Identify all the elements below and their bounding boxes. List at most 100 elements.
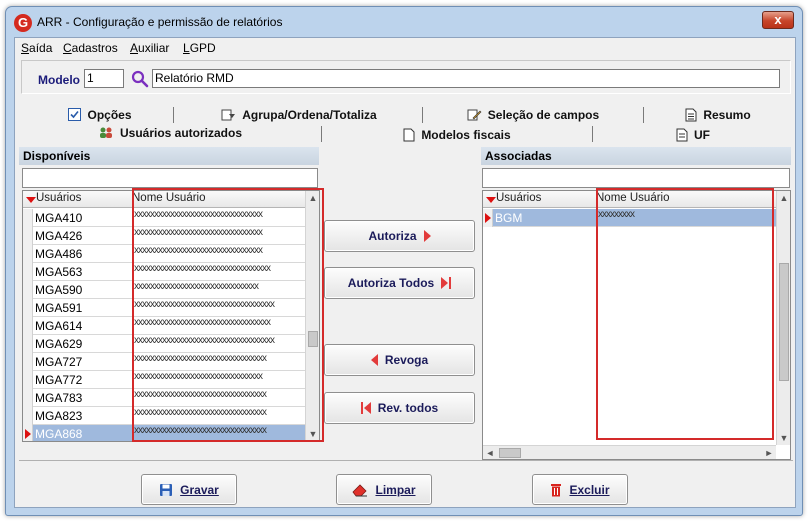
row-indicator [483,209,493,227]
page-icon [403,128,415,141]
available-vertical-scrollbar[interactable]: ▲ ▼ [305,191,319,441]
table-row[interactable]: MGA772 xxxxxxxxxxxxxxxxxxxxxxxxxxxxxxxx [23,371,307,389]
table-row[interactable]: MGA563 xxxxxxxxxxxxxxxxxxxxxxxxxxxxxxxxxx [23,263,307,281]
column-header-users[interactable]: Usuários [36,192,81,204]
document-icon [676,128,688,141]
scroll-thumb[interactable] [779,263,789,381]
table-row[interactable]: MGA591 xxxxxxxxxxxxxxxxxxxxxxxxxxxxxxxxxx… [23,299,307,317]
row-indicator [23,371,33,389]
row-indicator [23,263,33,281]
group-icon [221,109,236,120]
tab-divider [643,107,644,123]
row-indicator [23,245,33,263]
cell-user: MGA410 [35,211,83,225]
available-filter-input[interactable] [22,168,318,188]
tab-opcoes[interactable]: Opções [25,105,175,124]
available-users-grid[interactable]: Usuários Nome Usuário MGA410 xxxxxxxxxxxx… [22,190,320,442]
tab-selecao-campos[interactable]: Seleção de campos [423,105,643,124]
client-area: Saída Cadastros Auxiliar LGPD Modelo 1 R… [14,37,796,508]
cell-user: BGM [495,211,523,225]
scroll-right-icon[interactable]: ► [762,446,776,459]
scroll-left-icon[interactable]: ◄ [483,446,497,459]
tab-uf[interactable]: UF [595,125,791,144]
revoke-button[interactable]: Revoga [324,344,475,376]
scroll-up-icon[interactable]: ▲ [777,191,790,205]
cell-name: xxxxxxxxxxxxxxxxxxxxxxxxxxxxxxxxxx [134,317,271,328]
associated-filter-input[interactable] [482,168,790,188]
eraser-icon [352,483,368,496]
column-header-name[interactable]: Nome Usuário [132,192,206,204]
tab-agrupa[interactable]: Agrupa/Ordena/Totaliza [175,105,423,124]
associated-header: Associadas [481,147,791,165]
tab-modelos-fiscais[interactable]: Modelos fiscais [323,125,591,144]
table-row[interactable]: MGA486 xxxxxxxxxxxxxxxxxxxxxxxxxxxxxxxx [23,245,307,263]
menu-cadastros[interactable]: Cadastros [63,41,118,55]
table-row[interactable]: BGM xxxxxxxxx [483,209,778,227]
table-row[interactable]: MGA727 xxxxxxxxxxxxxxxxxxxxxxxxxxxxxxxxx [23,353,307,371]
scroll-thumb[interactable] [499,448,521,458]
title-bar: G ARR - Configuração e permissão de rela… [6,7,802,37]
tab-usuarios-autorizados[interactable]: Usuários autorizados [19,123,321,142]
cell-user: MGA563 [35,265,83,279]
tab-divider [321,126,322,142]
menu-saida[interactable]: Saída [21,41,52,55]
cell-name: xxxxxxxxxxxxxxxxxxxxxxxxxxxxxxx [134,281,259,292]
row-indicator [23,335,33,353]
table-row[interactable]: MGA629 xxxxxxxxxxxxxxxxxxxxxxxxxxxxxxxxxx… [23,335,307,353]
checkbox-icon [68,108,82,121]
scroll-down-icon[interactable]: ▼ [306,427,319,441]
table-row[interactable]: MGA823 xxxxxxxxxxxxxxxxxxxxxxxxxxxxxxxxx [23,407,307,425]
grid-header: Usuários Nome Usuário [483,191,790,208]
row-indicator [23,299,33,317]
associated-vertical-scrollbar[interactable]: ▲ ▼ [776,191,790,445]
close-button[interactable]: x [762,11,794,29]
cell-name: xxxxxxxxxxxxxxxxxxxxxxxxxxxxxxxxx [134,389,267,400]
revoke-all-button[interactable]: Rev. todos [324,392,475,424]
delete-label: Excluir [569,482,610,497]
menu-lgpd[interactable]: LGPD [183,41,216,55]
table-row[interactable]: MGA410 xxxxxxxxxxxxxxxxxxxxxxxxxxxxxxxx [23,209,307,227]
cell-name: xxxxxxxxxxxxxxxxxxxxxxxxxxxxxxxx [134,209,263,220]
row-indicator [23,425,33,441]
cell-user: MGA727 [35,355,83,369]
authorize-button[interactable]: Autoriza [324,220,475,252]
clear-button[interactable]: Limpar [336,474,432,505]
tab-label: Seleção de campos [487,107,600,122]
column-header-users[interactable]: Usuários [496,192,541,204]
current-row-icon [485,213,491,223]
table-row[interactable]: MGA614 xxxxxxxxxxxxxxxxxxxxxxxxxxxxxxxxxx [23,317,307,335]
arrow-left-end-icon [360,402,371,414]
row-indicator [23,227,33,245]
users-icon [99,127,112,138]
table-row[interactable]: MGA590 xxxxxxxxxxxxxxxxxxxxxxxxxxxxxxx [23,281,307,299]
clear-label: Limpar [375,482,416,497]
scroll-up-icon[interactable]: ▲ [306,191,319,205]
cell-user: MGA591 [35,301,83,315]
authorize-all-button[interactable]: Autoriza Todos [324,267,475,299]
authorize-label: Autoriza [368,229,417,243]
table-row[interactable]: MGA868 xxxxxxxxxxxxxxxxxxxxxxxxxxxxxxxxx [23,425,307,441]
search-icon[interactable] [130,69,150,89]
tab-label: Resumo [703,107,751,122]
table-row[interactable]: MGA783 xxxxxxxxxxxxxxxxxxxxxxxxxxxxxxxxx [23,389,307,407]
save-button[interactable]: Gravar [141,474,237,505]
cell-user: MGA823 [35,409,83,423]
cell-user: MGA590 [35,283,83,297]
scroll-down-icon[interactable]: ▼ [777,431,790,445]
delete-button[interactable]: Excluir [532,474,628,505]
column-header-name[interactable]: Nome Usuário [596,192,670,204]
scroll-thumb[interactable] [308,331,318,347]
associated-users-grid[interactable]: Usuários Nome Usuário BGM xxxxxxxxx ▲ ▼ ◄… [482,190,791,460]
cell-user: MGA783 [35,391,83,405]
tab-resumo[interactable]: Resumo [645,105,791,124]
row-indicator [23,389,33,407]
row-indicator [23,353,33,371]
model-panel: Modelo 1 Relatório RMD [21,60,791,94]
model-description-field[interactable]: Relatório RMD [152,69,780,88]
associated-horizontal-scrollbar[interactable]: ◄ ► [483,445,776,459]
cell-user: MGA426 [35,229,83,243]
table-row[interactable]: MGA426 xxxxxxxxxxxxxxxxxxxxxxxxxxxxxxxx [23,227,307,245]
menu-auxiliar[interactable]: Auxiliar [130,41,169,55]
model-code-input[interactable]: 1 [84,69,124,88]
cell-user: MGA629 [35,337,83,351]
